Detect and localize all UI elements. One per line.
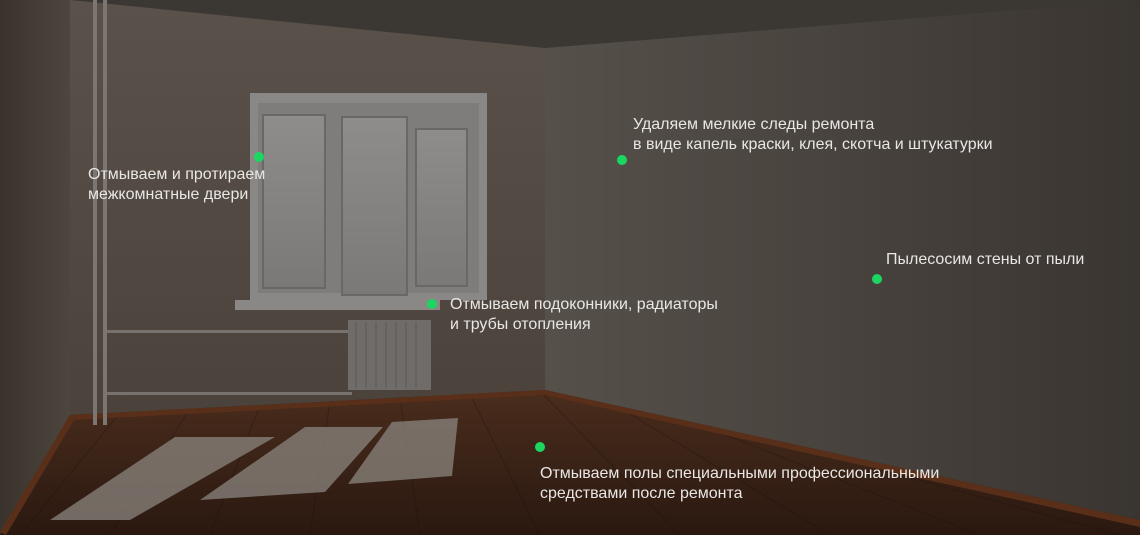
hotspot-doors-label: Отмываем и протираем межкомнатные двери [88, 165, 265, 205]
hotspot-floors-dot[interactable] [535, 442, 545, 452]
hotspot-doors-dot[interactable] [254, 152, 264, 162]
label-line: Отмываем полы специальными профессиональ… [540, 465, 940, 482]
hotspot-radiators-dot[interactable] [427, 299, 437, 309]
hotspot-walls-dot[interactable] [872, 274, 882, 284]
label-line: Отмываем и протираем [88, 166, 266, 183]
hotspot-repair-traces-dot[interactable] [617, 155, 627, 165]
hotspot-repair-traces-label: Удаляем мелкие следы ремонта в виде капе… [633, 115, 993, 155]
label-line: средствами после ремонта [540, 485, 743, 502]
label-line: Отмываем подоконники, радиаторы [450, 296, 718, 313]
room-scene: Отмываем и протираем межкомнатные двери … [0, 0, 1140, 535]
label-line: Пылесосим стены от пыли [886, 251, 1085, 268]
label-line: межкомнатные двери [88, 186, 249, 203]
hotspot-radiators-label: Отмываем подоконники, радиаторы и трубы … [450, 295, 718, 335]
label-line: Удаляем мелкие следы ремонта [633, 116, 875, 133]
hotspot-floors-label: Отмываем полы специальными профессиональ… [540, 464, 939, 504]
hotspot-walls-label: Пылесосим стены от пыли [886, 250, 1084, 270]
label-line: и трубы отопления [450, 316, 591, 333]
label-line: в виде капель краски, клея, скотча и шту… [633, 136, 993, 153]
